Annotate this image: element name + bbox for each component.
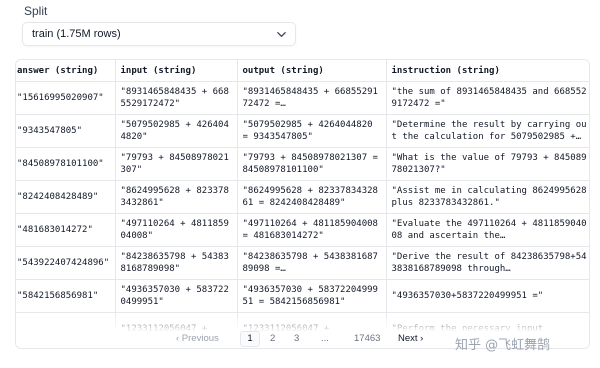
- watermark: 知乎 @飞虹舞鹄: [455, 338, 551, 353]
- page-button[interactable]: 3: [294, 333, 299, 344]
- table-row: "481683014272" "497110264 + 481185904008…: [16, 213, 589, 247]
- cell-output: "84238635798 + 543838168789098 =…: [237, 246, 387, 280]
- cell-instruction: "Evaluate the 497110264 + 481185904008 a…: [386, 213, 589, 247]
- page-button-current[interactable]: 1: [240, 331, 260, 347]
- page-ellipsis: ...: [321, 333, 329, 344]
- split-select-value: train (1.75M rows): [32, 28, 121, 40]
- cell-output: "79793 + 84508978021307 = 84508978101100…: [237, 147, 387, 181]
- table-header-row: answer (string) input (string) output (s…: [16, 60, 589, 82]
- cell-answer: "84508978101100": [16, 147, 116, 181]
- cell-instruction: "Determine the result by carrying out th…: [386, 114, 589, 148]
- cell-instruction: "the sum of 8931465848435 and 6685529172…: [386, 81, 589, 115]
- table-row: "5842156856981" "4936357030 + 5837220499…: [16, 279, 589, 313]
- cell-output: "497110264 + 481185904008 = 481683014272…: [237, 213, 387, 247]
- cell-answer: "543922407424896": [16, 246, 116, 280]
- split-label: Split: [24, 4, 48, 18]
- column-header-answer[interactable]: answer (string): [16, 60, 116, 82]
- column-header-output[interactable]: output (string): [237, 60, 387, 82]
- table-row: "9343547805" "5079502985 + 4264044820" "…: [16, 114, 589, 148]
- cell-instruction: "Assist me in calculating 8624995628 plu…: [386, 180, 589, 214]
- cell-input: "84238635798 + 543838168789098": [115, 246, 238, 280]
- cell-output: "8624995628 + 8233783432861 = 8242408428…: [237, 180, 387, 214]
- cell-output: "4936357030 + 5837220499951 = 5842156856…: [237, 279, 387, 313]
- cell-instruction: "Derive the result of 84238635798+543838…: [386, 246, 589, 280]
- cell-instruction: "4936357030+5837220499951 =": [386, 279, 589, 313]
- cell-input: "4936357030 + 5837220499951": [115, 279, 238, 313]
- cell-instruction: "What is the value of 79793 + 8450897802…: [386, 147, 589, 181]
- dataset-table-viewer: answer (string) input (string) output (s…: [15, 59, 590, 349]
- cell-answer: "8242408428489": [16, 180, 116, 214]
- cell-answer: "5842156856981": [16, 279, 116, 313]
- dataset-table: answer (string) input (string) output (s…: [16, 60, 589, 346]
- cell-answer: "481683014272": [16, 213, 116, 247]
- page-button[interactable]: 2: [270, 333, 275, 344]
- table-row: "543922407424896" "84238635798 + 5438381…: [16, 246, 589, 280]
- cell-input: "497110264 + 481185904008": [115, 213, 238, 247]
- previous-page-button[interactable]: ‹ Previous: [176, 333, 219, 344]
- column-header-input[interactable]: input (string): [115, 60, 238, 82]
- split-select[interactable]: train (1.75M rows): [22, 22, 296, 46]
- table-row: "15616995020907" "8931465848435 + 668552…: [16, 81, 589, 115]
- table-row: "8242408428489" "8624995628 + 8233783432…: [16, 180, 589, 214]
- next-page-button[interactable]: Next ›: [398, 333, 423, 344]
- cell-input: "8624995628 + 8233783432861": [115, 180, 238, 214]
- cell-answer: "9343547805": [16, 114, 116, 148]
- cell-output: "8931465848435 + 6685529172472 =…: [237, 81, 387, 115]
- cell-input: "8931465848435 + 6685529172472": [115, 81, 238, 115]
- table-row: "84508978101100" "79793 + 84508978021307…: [16, 147, 589, 181]
- cell-input: "79793 + 84508978021307": [115, 147, 238, 181]
- cell-output: "5079502985 + 4264044820 = 9343547805": [237, 114, 387, 148]
- column-header-instruction[interactable]: instruction (string): [386, 60, 589, 82]
- page-button-last[interactable]: 17463: [354, 333, 380, 344]
- chevron-down-icon: [277, 32, 286, 37]
- cell-answer: "15616995020907": [16, 81, 116, 115]
- cell-input: "5079502985 + 4264044820": [115, 114, 238, 148]
